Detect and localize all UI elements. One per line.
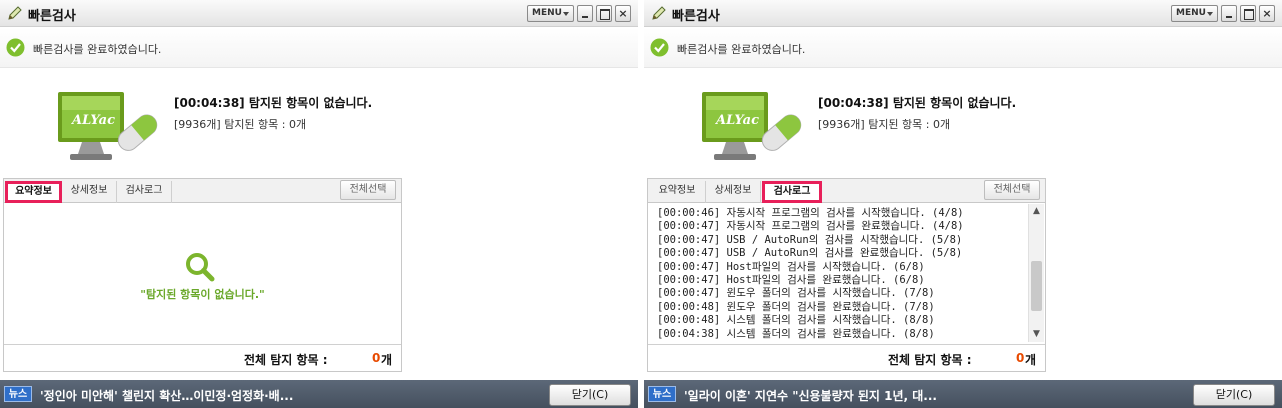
select-all-button[interactable]: 전체선택 [984,180,1040,200]
total-count: 0 [372,351,381,365]
news-bar: 뉴스 '일라이 이혼' 지연수 "신용불량자 된지 1년, 대... 닫기(C) [644,380,1282,408]
close-icon: × [618,7,628,20]
chevron-down-icon [1207,12,1213,16]
tab-summary[interactable]: 요약정보 [5,181,62,203]
close-button[interactable]: 닫기(C) [549,384,631,406]
news-headline-link[interactable]: '일라이 이혼' 지연수 "신용불량자 된지 1년, 대... [684,387,937,404]
maximize-button[interactable] [596,5,612,22]
log-line: [00:00:46] 자동시작 프로그램의 검사를 시작했습니다. (4/8) [657,207,964,219]
select-all-button[interactable]: 전체선택 [340,180,396,200]
menu-button[interactable]: MENU [1171,5,1218,22]
title-bar: 빠른검사 MENU × [0,0,638,27]
scan-result-detail: [9936개] 탐지된 항목 : 0개 [174,118,307,131]
magnifier-icon [186,253,215,282]
scan-log-list[interactable]: [00:00:46] 자동시작 프로그램의 검사를 시작했습니다. (4/8)[… [648,204,1045,342]
close-icon: × [1262,7,1272,20]
log-line: [00:00:47] USB / AutoRun의 검사를 시작했습니다. (5… [657,233,963,246]
quick-scan-window-summary: 빠른검사 MENU × 빠른검사를 완료하였습니다. ALYac [00:04:… [0,0,638,408]
minimize-button[interactable] [577,5,593,22]
scan-result-detail: [9936개] 탐지된 항목 : 0개 [818,118,951,131]
tab-details[interactable]: 상세정보 [62,181,117,203]
status-bar: 빠른검사를 완료하였습니다. [644,28,1282,68]
check-circle-icon [650,38,669,57]
quick-scan-window-log: 빠른검사 MENU × 빠른검사를 완료하였습니다. ALYac [00:04:… [644,0,1282,408]
alyac-monitor-logo: ALYac [58,92,158,160]
total-detected-row: 전체 탐지 항목 : 0 개 [648,344,1045,371]
svg-text:ALYac: ALYac [70,113,115,128]
menu-label: MENU [1176,8,1206,18]
log-line: [00:00:47] 자동시작 프로그램의 검사를 완료했습니다. (4/8) [657,220,964,233]
result-panel: 요약정보 상세정보 검사로그 전체선택 [00:00:46] 자동시작 프로그램… [647,178,1046,372]
tab-summary[interactable]: 요약정보 [649,181,706,203]
menu-label: MENU [532,8,562,18]
news-headline-link[interactable]: '정인아 미안해' 챌린지 확산…이민정·엄정화·배... [40,387,293,404]
log-line: [00:00:47] USB / AutoRun의 검사를 완료했습니다. (5… [657,247,963,260]
total-label: 전체 탐지 항목 : [244,353,328,367]
log-line: [00:00:48] 시스템 폴더의 검사를 시작했습니다. (8/8) [657,314,935,327]
close-button[interactable]: 닫기(C) [1193,384,1275,406]
total-label: 전체 탐지 항목 : [888,353,972,367]
scroll-thumb[interactable] [1031,261,1042,311]
total-unit: 개 [1025,353,1037,367]
scan-result-headline: [00:04:38] 탐지된 항목이 없습니다. [818,96,1017,110]
log-lines: [00:00:46] 자동시작 프로그램의 검사를 시작했습니다. (4/8)[… [657,207,964,341]
log-line: [00:04:38] 시스템 폴더의 검사를 완료했습니다. (8/8) [657,327,935,340]
menu-button[interactable]: MENU [527,5,574,22]
window-title: 빠른검사 [28,9,76,24]
no-detection-message: "탐지된 항목이 없습니다." [140,288,265,301]
news-bar: 뉴스 '정인아 미안해' 챌린지 확산…이민정·엄정화·배... 닫기(C) [0,380,638,408]
check-circle-icon [6,38,25,57]
alyac-monitor-logo: ALYac [702,92,802,160]
log-line: [00:00:47] Host파일의 검사를 완료했습니다. (6/8) [657,274,925,287]
tab-strip: 요약정보 상세정보 검사로그 전체선택 [648,179,1045,203]
tab-details[interactable]: 상세정보 [706,181,761,203]
result-panel: 요약정보 상세정보 검사로그 전체선택 "탐지된 항목이 없습니다." 전체 탐… [3,178,402,372]
total-unit: 개 [381,353,393,367]
log-line: [00:00:48] 윈도우 폴더의 검사를 완료했습니다. (7/8) [657,300,935,313]
pencil-icon [652,6,666,20]
chevron-down-icon [563,12,569,16]
status-message: 빠른검사를 완료하였습니다. [33,43,162,56]
log-line: [00:00:47] 윈도우 폴더의 검사를 시작했습니다. (7/8) [657,287,935,300]
tab-scan-log[interactable]: 검사로그 [762,181,822,203]
status-bar: 빠른검사를 완료하였습니다. [0,28,638,68]
scroll-up-arrow-icon[interactable]: ▲ [1029,204,1044,219]
scan-result-headline: [00:04:38] 탐지된 항목이 없습니다. [174,96,373,110]
close-window-button[interactable]: × [1259,5,1275,22]
scrollbar[interactable]: ▲ ▼ [1028,204,1044,342]
maximize-button[interactable] [1240,5,1256,22]
minimize-button[interactable] [1221,5,1237,22]
tab-strip: 요약정보 상세정보 검사로그 전체선택 [4,179,401,203]
scroll-down-arrow-icon[interactable]: ▼ [1029,327,1044,342]
news-badge: 뉴스 [4,386,32,402]
tab-scan-log[interactable]: 검사로그 [117,181,172,203]
status-message: 빠른검사를 완료하였습니다. [677,43,806,56]
window-title: 빠른검사 [672,9,720,24]
title-bar: 빠른검사 MENU × [644,0,1282,27]
news-badge: 뉴스 [648,386,676,402]
svg-text:ALYac: ALYac [714,113,759,128]
total-count: 0 [1016,351,1025,365]
summary-content: "탐지된 항목이 없습니다." [4,204,401,344]
log-line: [00:00:47] Host파일의 검사를 시작했습니다. (6/8) [657,260,925,273]
pencil-icon [8,6,22,20]
total-detected-row: 전체 탐지 항목 : 0 개 [4,344,401,371]
close-window-button[interactable]: × [615,5,631,22]
